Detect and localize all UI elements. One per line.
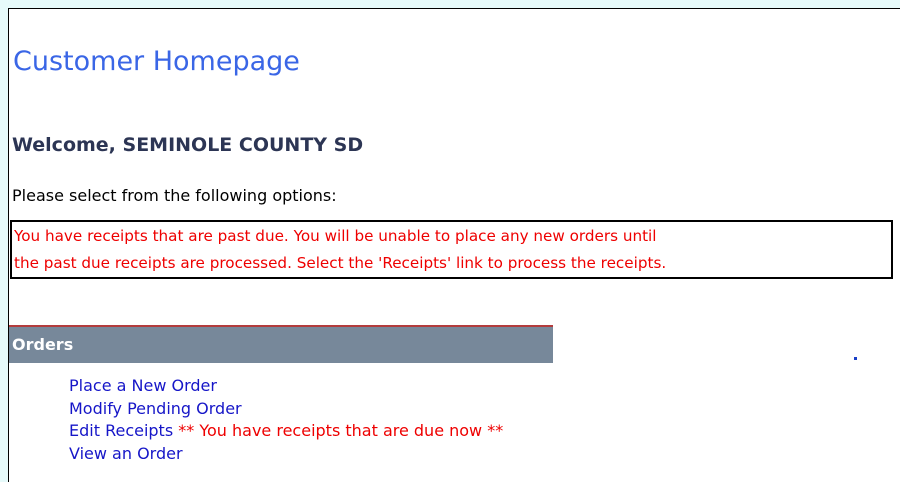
receipts-due-note: ** You have receipts that are due now **	[173, 421, 504, 441]
alert-line-2: the past due receipts are processed. Sel…	[14, 254, 667, 272]
page-panel: Customer Homepage Welcome, SEMINOLE COUN…	[8, 8, 900, 482]
list-item: Edit Receipts ** You have receipts that …	[69, 420, 503, 443]
dot-marker	[854, 357, 857, 360]
view-order-link[interactable]: View an Order	[69, 444, 183, 463]
orders-link-list: Place a New Order Modify Pending Order E…	[69, 375, 503, 465]
edit-receipts-link[interactable]: Edit Receipts	[69, 421, 173, 440]
modify-pending-order-link[interactable]: Modify Pending Order	[69, 399, 242, 418]
page-title: Customer Homepage	[13, 46, 300, 77]
instructions-text: Please select from the following options…	[12, 186, 337, 205]
alert-line-1: You have receipts that are past due. You…	[14, 227, 657, 245]
orders-section: Orders	[9, 325, 553, 363]
orders-header: Orders	[9, 327, 553, 363]
list-item: Place a New Order	[69, 375, 503, 398]
list-item: View an Order	[69, 443, 503, 466]
place-new-order-link[interactable]: Place a New Order	[69, 376, 217, 395]
welcome-heading: Welcome, SEMINOLE COUNTY SD	[12, 134, 364, 156]
list-item: Modify Pending Order	[69, 398, 503, 421]
past-due-alert: You have receipts that are past due. You…	[10, 220, 893, 279]
